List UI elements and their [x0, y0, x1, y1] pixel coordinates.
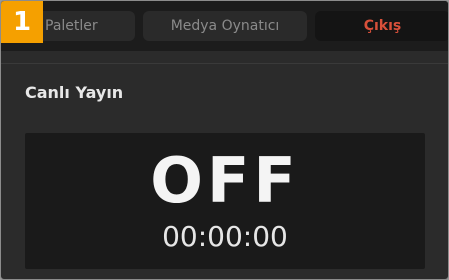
tab-bar: Paletler Medya Oynatıcı Çıkış [1, 1, 448, 51]
stream-status-text: OFF [150, 144, 300, 217]
stream-timecode: 00:00:00 [162, 220, 288, 253]
stream-status-display: OFF 00:00:00 [25, 133, 425, 269]
step-number-badge: 1 [1, 1, 43, 43]
section-title: Canlı Yayın [25, 83, 124, 102]
tab-media-player[interactable]: Medya Oynatıcı [143, 11, 307, 41]
divider [1, 63, 448, 64]
output-panel: Paletler Medya Oynatıcı Çıkış 1 Canlı Ya… [0, 0, 449, 280]
tab-output[interactable]: Çıkış [315, 11, 448, 41]
